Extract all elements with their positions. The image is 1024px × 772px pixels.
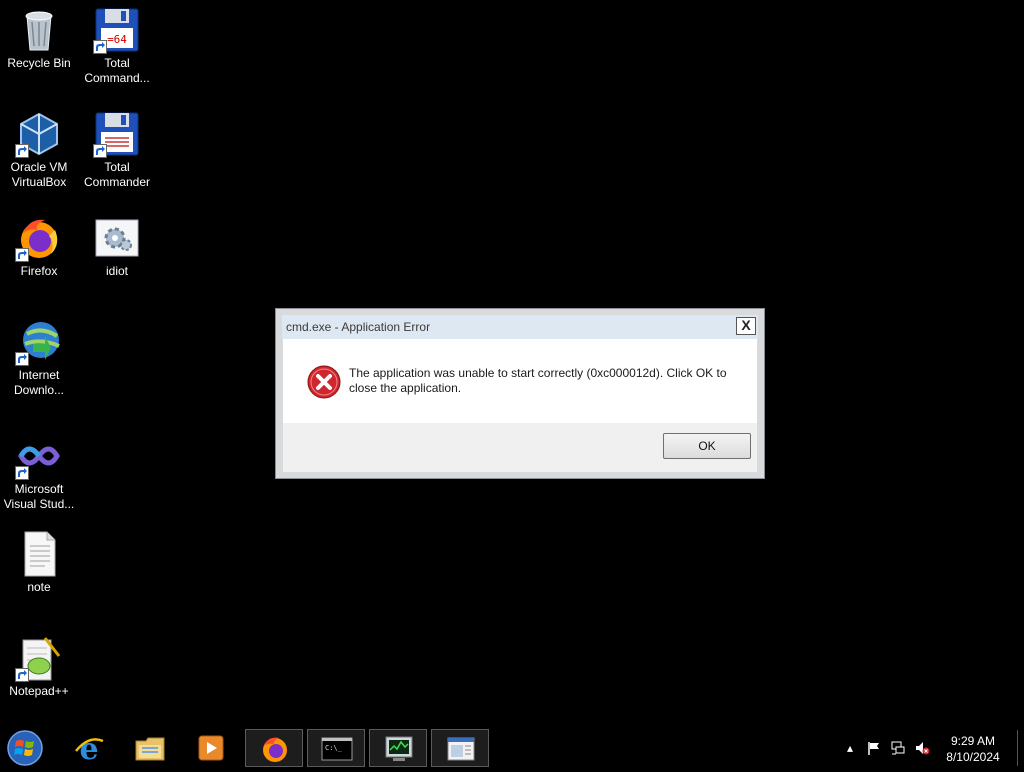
desktop-icon-label: Internet Downlo... <box>13 368 65 397</box>
dialog-titlebar[interactable]: cmd.exe - Application Error X <box>282 315 758 339</box>
notepad-plus-plus-icon <box>15 634 63 682</box>
error-dialog: cmd.exe - Application Error X The applic… <box>275 308 765 479</box>
shortcut-arrow-icon <box>15 466 29 480</box>
ok-button[interactable]: OK <box>663 433 751 459</box>
volume-muted-icon[interactable] <box>914 740 930 756</box>
internet-download-manager-icon <box>15 318 63 366</box>
desktop-icon-label: idiot <box>105 264 128 278</box>
desktop-icon-firefox[interactable]: Firefox <box>0 214 78 279</box>
error-message: The application was unable to start corr… <box>349 366 727 395</box>
desktop-icon-label: note <box>27 580 51 594</box>
taskbar-task-manager[interactable] <box>369 729 427 767</box>
show-desktop-button[interactable] <box>1017 730 1024 766</box>
task-manager-icon <box>385 736 413 761</box>
desktop-icon-note[interactable]: note <box>0 530 78 595</box>
network-icon[interactable] <box>890 740 906 756</box>
desktop-icon-recycle-bin[interactable]: Recycle Bin <box>0 6 78 71</box>
virtualbox-icon <box>15 110 63 158</box>
svg-text:=64: =64 <box>107 33 127 46</box>
dialog-title: cmd.exe - Application Error <box>286 320 431 334</box>
action-center-flag-icon[interactable] <box>866 740 882 756</box>
error-icon <box>307 365 341 399</box>
floppy-disk-icon <box>93 110 141 158</box>
svg-text:C:\_: C:\_ <box>325 744 343 752</box>
gear-settings-icon <box>93 214 141 262</box>
desktop-icon-label: Oracle VM VirtualBox <box>10 160 68 189</box>
start-button[interactable] <box>6 729 46 767</box>
shortcut-arrow-icon <box>93 40 107 54</box>
taskbar-cmd[interactable]: C:\_ <box>307 729 365 767</box>
desktop-icon-notepad-plus-plus[interactable]: Notepad++ <box>0 634 78 699</box>
desktop-icon-label: Total Commander <box>83 160 151 189</box>
file-explorer-icon <box>135 737 165 761</box>
show-hidden-icons-icon[interactable]: ▴ <box>842 740 858 756</box>
desktop-icon-label: Recycle Bin <box>7 56 71 70</box>
clock-time: 9:29 AM <box>950 734 996 748</box>
desktop-icon-visual-studio[interactable]: Microsoft Visual Stud... <box>0 432 78 512</box>
desktop-icon-total-commander[interactable]: Total Commander <box>78 110 156 190</box>
desktop-icon-virtualbox[interactable]: Oracle VM VirtualBox <box>0 110 78 190</box>
shortcut-arrow-icon <box>15 352 29 366</box>
firefox-icon <box>263 737 287 762</box>
clock-date: 8/10/2024 <box>946 750 1000 764</box>
taskbar-window-app[interactable] <box>431 729 489 767</box>
shortcut-arrow-icon <box>15 144 29 158</box>
shortcut-arrow-icon <box>15 248 29 262</box>
system-tray: ▴ 9:29 AM 8/10/2024 <box>840 728 1024 768</box>
close-button[interactable]: X <box>736 317 756 335</box>
desktop-icon-idiot[interactable]: idiot <box>78 214 156 279</box>
desktop-icon-label: Firefox <box>20 264 58 278</box>
taskbar-internet-explorer[interactable]: e <box>60 729 118 767</box>
clock[interactable]: 9:29 AM 8/10/2024 <box>936 733 1010 765</box>
recycle-bin-icon <box>15 6 63 54</box>
firefox-icon <box>15 214 63 262</box>
text-document-icon <box>15 530 63 578</box>
floppy-disk-icon: =64 <box>93 6 141 54</box>
desktop-icon-internet-download-manager[interactable]: Internet Downlo... <box>0 318 78 398</box>
desktop-icon-total-commander-64[interactable]: =64 Total Command... <box>78 6 156 86</box>
desktop-icon-label: Notepad++ <box>9 684 69 698</box>
taskbar-file-explorer[interactable] <box>121 729 179 767</box>
shortcut-arrow-icon <box>93 144 107 158</box>
desktop-icon-label: Total Command... <box>84 56 150 85</box>
media-player-icon <box>198 735 224 761</box>
start-orb-icon <box>7 730 43 766</box>
visual-studio-icon <box>15 432 63 480</box>
svg-text:e: e <box>79 733 98 763</box>
desktop-icon-label: Microsoft Visual Stud... <box>3 482 75 511</box>
window-app-icon <box>447 737 475 761</box>
close-icon: X <box>741 317 751 333</box>
cmd-icon: C:\_ <box>321 737 353 761</box>
internet-explorer-icon: e <box>75 733 104 763</box>
taskbar-media-player[interactable] <box>182 729 240 767</box>
dialog-footer: OK <box>283 423 757 472</box>
shortcut-arrow-icon <box>15 668 29 682</box>
dialog-body: The application was unable to start corr… <box>283 339 757 423</box>
taskbar-firefox[interactable] <box>245 729 303 767</box>
